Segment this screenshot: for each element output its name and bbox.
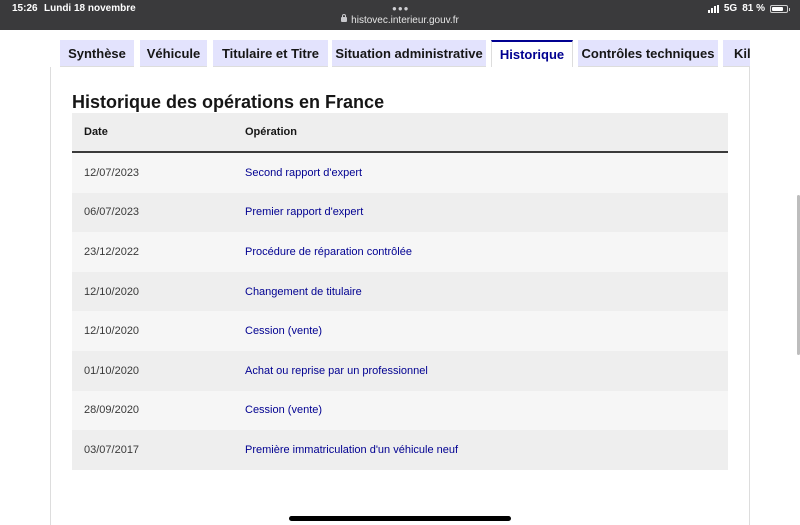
row-operation: Procédure de réparation contrôlée (245, 245, 412, 258)
tab-synthese[interactable]: Synthèse (60, 40, 134, 67)
table-row: 28/09/2020 Cession (vente) (72, 390, 728, 431)
table-row: 23/12/2022 Procédure de réparation contr… (72, 232, 728, 272)
table-row: 12/10/2020 Cession (vente) (72, 311, 728, 351)
row-operation: Changement de titulaire (245, 285, 362, 298)
status-bar: 15:26 Lundi 18 novembre ●●● histovec.int… (0, 0, 800, 30)
battery-icon (770, 4, 790, 13)
tab-situation-administrative[interactable]: Situation administrative (332, 40, 486, 67)
tab-vehicule[interactable]: Véhicule (140, 40, 207, 67)
row-operation: Second rapport d'expert (245, 166, 363, 179)
status-indicators: 5G 81 % (707, 3, 790, 14)
address-bar[interactable]: histovec.interieur.gouv.fr (0, 14, 800, 26)
row-operation: Cession (vente) (245, 325, 323, 338)
home-indicator[interactable] (289, 516, 511, 521)
page-title: Historique des opérations en France (72, 92, 385, 112)
address-url: histovec.interieur.gouv.fr (351, 15, 459, 26)
table-header: Date Opération (72, 113, 728, 153)
multitasking-dots-icon[interactable]: ●●● (392, 4, 410, 13)
lock-icon (341, 14, 348, 22)
tab-bar: Synthèse Véhicule Titulaire et Titre Sit… (60, 40, 750, 67)
status-time: 15:26 (12, 3, 38, 14)
row-date: 28/09/2020 (84, 404, 140, 417)
tab-titulaire-titre[interactable]: Titulaire et Titre (213, 40, 328, 67)
table-row: 03/07/2017 Première immatriculation d'un… (72, 430, 728, 470)
battery-label: 81 % (742, 3, 765, 14)
signal-icon (707, 4, 719, 13)
tab-controles-techniques[interactable]: Contrôles techniques (578, 40, 718, 67)
row-date: 12/07/2023 (84, 166, 140, 179)
row-date: 06/07/2023 (84, 206, 140, 219)
row-operation: Première immatriculation d'un véhicule n… (245, 443, 459, 456)
row-date: 01/10/2020 (84, 364, 140, 377)
table-row: 06/07/2023 Premier rapport d'expert (72, 192, 728, 233)
table-row: 12/07/2023 Second rapport d'expert (72, 153, 728, 193)
tab-historique[interactable]: Historique (491, 40, 573, 67)
status-date: Lundi 18 novembre (44, 3, 136, 14)
row-operation: Achat ou reprise par un professionnel (245, 364, 428, 377)
row-date: 23/12/2022 (84, 245, 140, 258)
header-operation: Opération (245, 126, 297, 138)
tab-kilometrage[interactable]: Kilo (723, 40, 750, 67)
table-row: 01/10/2020 Achat ou reprise par un profe… (72, 350, 728, 391)
row-date: 03/07/2017 (84, 443, 140, 456)
row-date: 12/10/2020 (84, 285, 140, 298)
history-table: Date Opération 12/07/2023 Second rapport… (72, 113, 728, 470)
row-operation: Premier rapport d'expert (245, 206, 364, 219)
table-row: 12/10/2020 Changement de titulaire (72, 271, 728, 312)
network-label: 5G (723, 3, 738, 14)
row-operation: Cession (vente) (245, 404, 323, 417)
row-date: 12/10/2020 (84, 325, 140, 338)
header-date: Date (84, 126, 108, 138)
table-body: 12/07/2023 Second rapport d'expert 06/07… (72, 153, 728, 470)
